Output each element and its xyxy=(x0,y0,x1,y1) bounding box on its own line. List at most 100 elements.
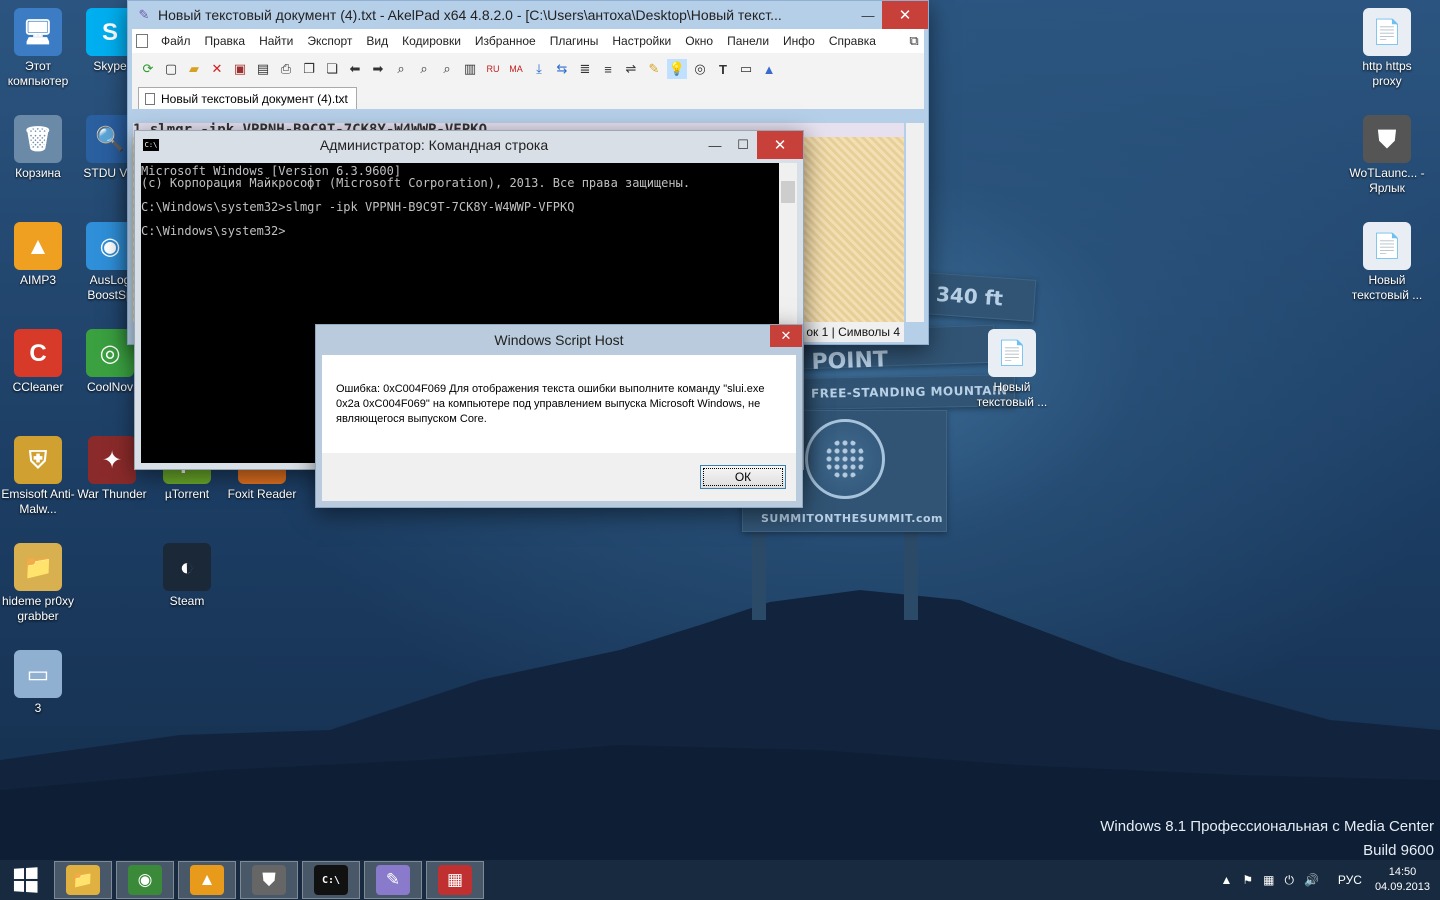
desktop-icon-emsisoft[interactable]: ⛨ Emsisoft Anti-Malw... xyxy=(0,436,76,517)
emsisoft-icon: ⛨ xyxy=(14,436,62,484)
desktop-icon-file-3[interactable]: ▭ 3 xyxy=(0,650,76,716)
menu-item[interactable]: Панели xyxy=(720,34,776,48)
desktop-icon-new-text-2[interactable]: 📄 Новый текстовый ... xyxy=(974,329,1050,410)
font-icon[interactable]: T xyxy=(713,59,733,79)
close-icon[interactable]: ✕ xyxy=(770,325,802,347)
find-icon[interactable]: ⌕ xyxy=(391,59,411,79)
hideme-icon: 📁 xyxy=(14,543,62,591)
options-icon[interactable]: ▭ xyxy=(736,59,756,79)
open-folder-icon[interactable]: ▰ xyxy=(184,59,204,79)
marker-icon[interactable]: ✎ xyxy=(644,59,664,79)
menu-item[interactable]: Кодировки xyxy=(395,34,468,48)
columns-icon[interactable]: ▥ xyxy=(460,59,480,79)
akelpad-tabbar: Новый текстовый документ (4).txt xyxy=(132,85,924,109)
replace-icon[interactable]: ⌕ xyxy=(414,59,434,79)
desktop-icon-hideme[interactable]: 📁 hideme pr0xy grabber xyxy=(0,543,76,624)
taskbar: 📁 ◉ ▲ ⛊ C:\ ✎ ▦ ▲ ⚑ ▦ ⏻ 🔊 РУС 14:50 04.09.2013 xyxy=(0,860,1440,900)
menu-item[interactable]: Файл xyxy=(154,34,198,48)
desktop-icon-label: Этот компьютер xyxy=(7,59,69,88)
clock[interactable]: 14:50 04.09.2013 xyxy=(1375,865,1430,895)
theme-icon[interactable]: ◎ xyxy=(690,59,710,79)
wrap-icon[interactable]: ⇌ xyxy=(621,59,641,79)
desktop-icon-recycle-bin[interactable]: 🗑 Корзина xyxy=(0,115,76,181)
taskbar-explorer[interactable]: 📁 xyxy=(54,861,112,899)
action-center-icon[interactable]: ⚑ xyxy=(1242,873,1253,887)
taskbar-aimp[interactable]: ▲ xyxy=(178,861,236,899)
undo-icon[interactable]: ⬅ xyxy=(345,59,365,79)
this-pc-icon: 🖥 xyxy=(14,8,62,56)
plugin-icon[interactable]: ▲ xyxy=(759,59,779,79)
cmd-titlebar[interactable]: C:\ Администратор: Командная строка — ☐ … xyxy=(135,131,803,159)
maximize-icon[interactable]: ☐ xyxy=(729,131,757,159)
taskbar-wsh[interactable]: ▦ xyxy=(426,861,484,899)
tab-document[interactable]: Новый текстовый документ (4).txt xyxy=(138,87,357,109)
desktop-icon-label: Новый текстовый ... xyxy=(976,380,1048,409)
taskbar-wot[interactable]: ⛊ xyxy=(240,861,298,899)
menu-item[interactable]: Вид xyxy=(359,34,395,48)
menu-item[interactable]: Справка xyxy=(822,34,883,48)
akelpad-toolbar: ⟳ ▢ ▰ ✕ ▣ ▤ ⎙ ❐ ❏ ⬅ ➡ ⌕ ⌕ ⌕ ▥ RU MA ⤓ ⇆ … xyxy=(132,53,924,85)
akelpad-app-icon: ✎ xyxy=(138,7,150,22)
menu-item[interactable]: Правка xyxy=(198,34,253,48)
taskbar-cmd[interactable]: C:\ xyxy=(302,861,360,899)
print-preview-icon[interactable]: ▤ xyxy=(253,59,273,79)
aimp3-icon: ▲ xyxy=(14,222,62,270)
akelpad-vertical-scrollbar[interactable] xyxy=(906,123,924,322)
power-icon[interactable]: ⏻ xyxy=(1284,873,1294,888)
lightbulb-icon[interactable]: 💡 xyxy=(667,59,687,79)
network-icon[interactable]: ▦ xyxy=(1263,873,1274,887)
cmd-app-icon: C:\ xyxy=(143,139,159,151)
format-icon[interactable]: ≣ xyxy=(575,59,595,79)
emblem-dots xyxy=(825,439,865,479)
desktop-icon-ccleaner[interactable]: C CCleaner xyxy=(0,329,76,395)
copy-icon[interactable]: ❐ xyxy=(299,59,319,79)
desktop-icon-label: Steam xyxy=(169,594,205,608)
print-icon[interactable]: ⎙ xyxy=(276,59,296,79)
akelpad-titlebar[interactable]: ✎ Новый текстовый документ (4).txt - Ake… xyxy=(128,1,928,29)
volume-icon[interactable]: 🔊 xyxy=(1304,873,1319,887)
desktop-icon-new-text-1[interactable]: 📄 Новый текстовый ... xyxy=(1349,222,1425,303)
spell-icon[interactable]: ≡ xyxy=(598,59,618,79)
wsh-dialog[interactable]: Windows Script Host ✕ Ошибка: 0xC004F069… xyxy=(315,324,803,508)
windows-watermark-edition: Windows 8.1 Профессиональная с Media Cen… xyxy=(1100,818,1434,835)
menu-item[interactable]: Избранное xyxy=(468,34,543,48)
close-icon[interactable]: ✕ xyxy=(882,1,928,29)
menu-item[interactable]: Плагины xyxy=(543,34,606,48)
taskbar-akelpad[interactable]: ✎ xyxy=(364,861,422,899)
desktop-icon-steam[interactable]: ◐ Steam xyxy=(149,543,225,609)
minimize-icon[interactable]: — xyxy=(701,131,729,159)
menu-item[interactable]: Найти xyxy=(252,34,300,48)
redo-icon[interactable]: ➡ xyxy=(368,59,388,79)
desktop-icon-wot-launcher[interactable]: ⛊ WoTLaunc... - Ярлык xyxy=(1349,115,1425,196)
wsh-titlebar[interactable]: Windows Script Host ✕ xyxy=(316,325,802,355)
menu-item[interactable]: Окно xyxy=(678,34,720,48)
close-icon[interactable]: ✕ xyxy=(757,131,803,159)
encoding-ru-en-icon[interactable]: RU xyxy=(483,59,503,79)
sync-icon[interactable]: ⇆ xyxy=(552,59,572,79)
delete-icon[interactable]: ✕ xyxy=(207,59,227,79)
ok-button[interactable]: ОК xyxy=(700,465,786,489)
start-button[interactable] xyxy=(0,860,50,900)
windows-watermark-build: Build 9600 xyxy=(1363,842,1434,859)
show-hidden-icons-icon[interactable]: ▲ xyxy=(1220,873,1232,887)
refresh-icon[interactable]: ⟳ xyxy=(138,59,158,79)
scrollbar-thumb[interactable] xyxy=(781,181,795,203)
new-file-icon[interactable]: ▢ xyxy=(161,59,181,79)
paste-icon[interactable]: ❏ xyxy=(322,59,342,79)
menu-item[interactable]: Настройки xyxy=(605,34,678,48)
case-icon[interactable]: MA xyxy=(506,59,526,79)
mdi-restore-icon[interactable]: ⧉ xyxy=(904,31,924,51)
ccleaner-icon: C xyxy=(14,329,62,377)
menu-item[interactable]: Инфо xyxy=(776,34,822,48)
minimize-icon[interactable]: — xyxy=(854,1,882,29)
find-regex-icon[interactable]: ⌕ xyxy=(437,59,457,79)
taskbar-chrome[interactable]: ◉ xyxy=(116,861,174,899)
language-indicator[interactable]: РУС xyxy=(1338,873,1362,887)
desktop-icon-http-proxy[interactable]: 📄 http https proxy xyxy=(1349,8,1425,89)
menu-item[interactable]: Экспорт xyxy=(300,34,359,48)
save-icon[interactable]: ▣ xyxy=(230,59,250,79)
desktop-icon-aimp3[interactable]: ▲ AIMP3 xyxy=(0,222,76,288)
download-icon[interactable]: ⤓ xyxy=(529,59,549,79)
sign-site-text: SUMMITONTHESUMMIT.com xyxy=(761,512,944,525)
desktop-icon-this-pc[interactable]: 🖥 Этот компьютер xyxy=(0,8,76,89)
